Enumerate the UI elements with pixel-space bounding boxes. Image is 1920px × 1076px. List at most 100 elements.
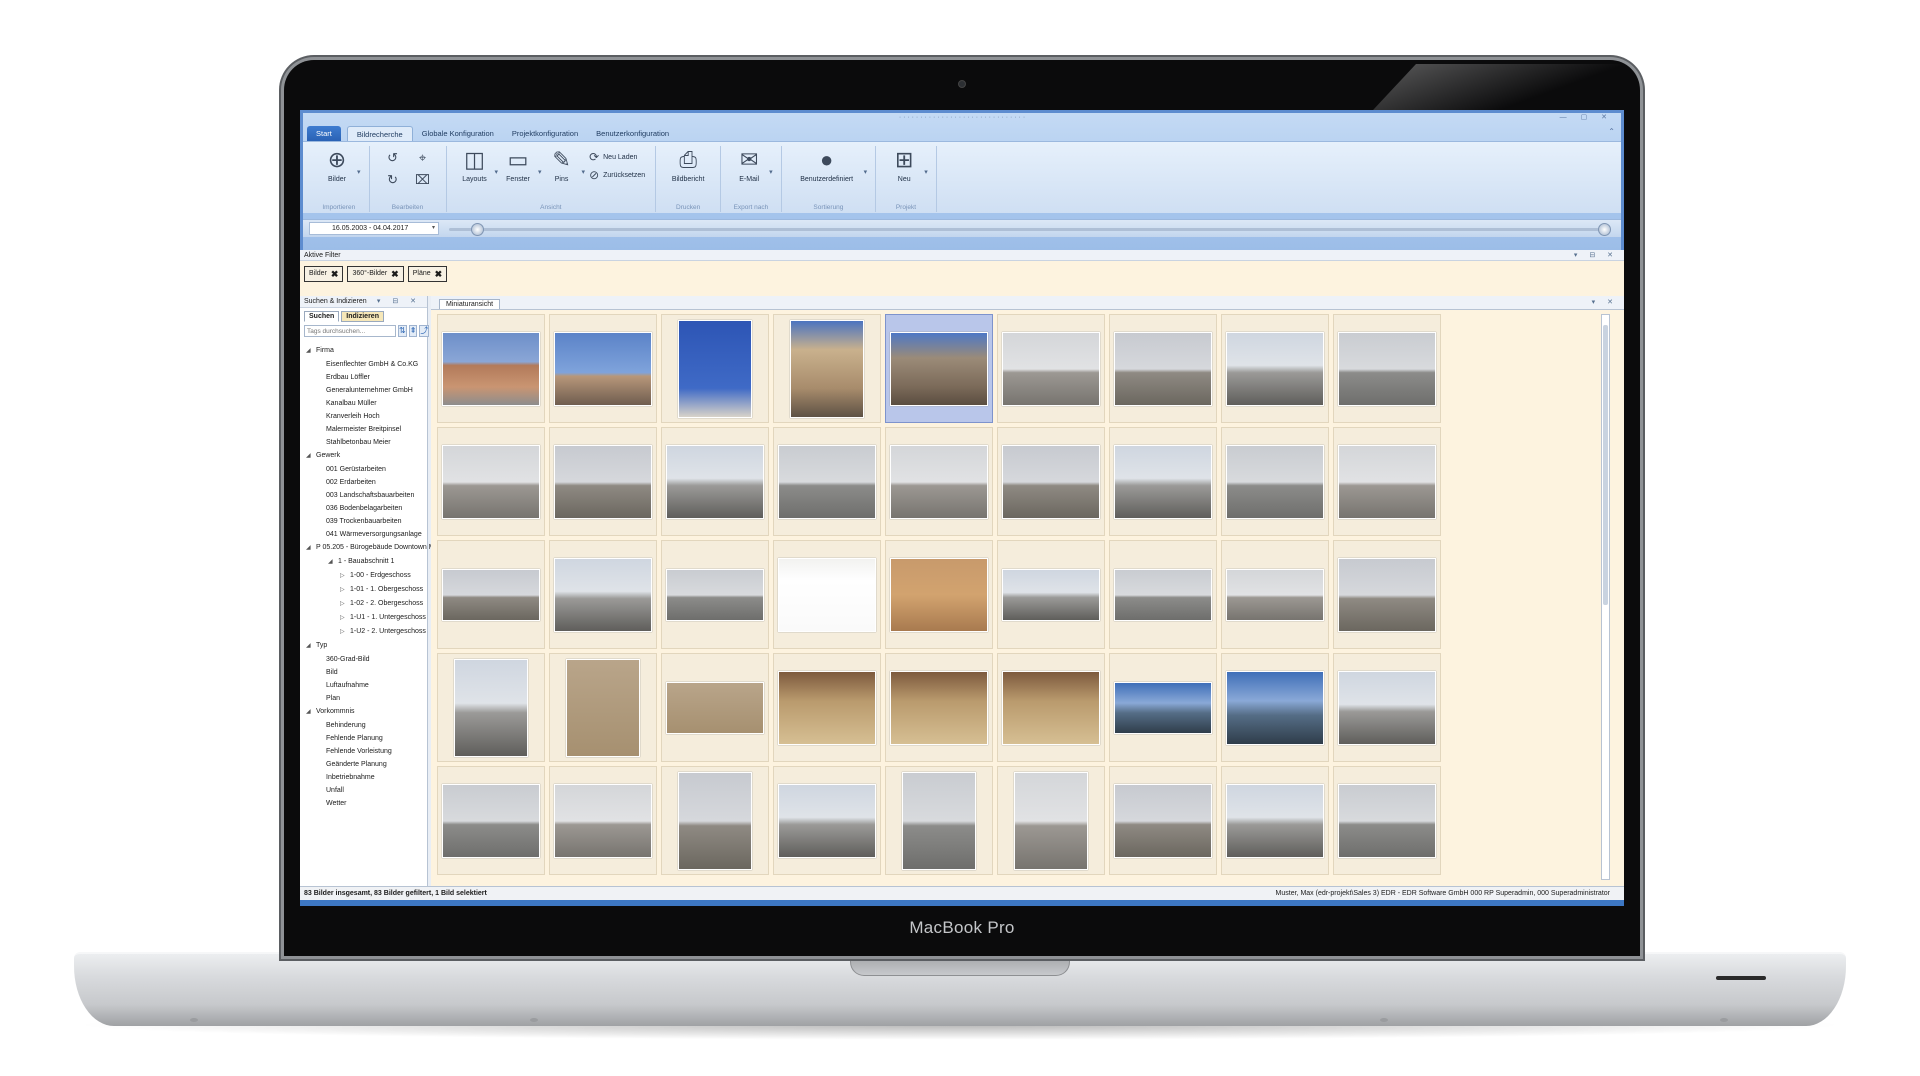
- expand-icon[interactable]: ⇞: [408, 325, 418, 337]
- slider-start-handle[interactable]: [471, 223, 484, 236]
- thumbnail-cell[interactable]: [1333, 314, 1441, 423]
- tree-node[interactable]: 041 Wärmeversorgungsanlage: [304, 528, 427, 541]
- tree-node[interactable]: ◢ Typ: [304, 639, 427, 653]
- tree-node[interactable]: ◢ 1 - Bauabschnitt 1: [304, 555, 427, 569]
- ribbon-collapse-icon[interactable]: ⌃: [1608, 127, 1615, 136]
- window-controls[interactable]: — ▢ ✕: [1560, 113, 1613, 121]
- remove-filter-icon[interactable]: ✖: [435, 267, 443, 281]
- pins-button[interactable]: ✎ Pins: [542, 146, 582, 212]
- tree-node[interactable]: Unfall: [304, 784, 427, 797]
- tree-node[interactable]: 036 Bodenbelagarbeiten: [304, 502, 427, 515]
- thumbnail-cell[interactable]: [1221, 427, 1329, 536]
- thumbnail-cell[interactable]: [997, 540, 1105, 649]
- thumbnail-cell[interactable]: [1333, 427, 1441, 536]
- tree-node[interactable]: Kranverleih Hoch: [304, 410, 427, 423]
- chevron-down-icon[interactable]: ▾: [769, 168, 773, 176]
- slider-end-handle[interactable]: [1598, 223, 1611, 236]
- thumbnail-cell[interactable]: [773, 314, 881, 423]
- filter-chip[interactable]: Bilder ✖: [304, 266, 344, 282]
- tree-node[interactable]: 039 Trockenbauarbeiten: [304, 515, 427, 528]
- thumbnail-cell[interactable]: [549, 766, 657, 875]
- tag-remove-icon[interactable]: ⌧: [415, 172, 430, 188]
- tree-node[interactable]: ▷ 1-U2 - 2. Untergeschoss: [304, 625, 427, 639]
- collapse-icon[interactable]: ⤴: [419, 325, 430, 337]
- thumbnail-cell[interactable]: [549, 540, 657, 649]
- layouts-button[interactable]: ◫ Layouts: [455, 146, 495, 212]
- thumbnail-cell[interactable]: [437, 427, 545, 536]
- reload-button[interactable]: ⟳ Neu Laden: [589, 148, 645, 166]
- thumbnail-cell[interactable]: [661, 653, 769, 762]
- thumbnail-cell[interactable]: [549, 427, 657, 536]
- thumbnail-cell[interactable]: [997, 653, 1105, 762]
- thumbnail-cell[interactable]: [661, 314, 769, 423]
- filter-chip[interactable]: Pläne ✖: [407, 266, 448, 282]
- sort-icon[interactable]: ⇅: [398, 325, 407, 337]
- thumbnail-cell[interactable]: [1221, 314, 1329, 423]
- thumbnail-cell[interactable]: [1109, 427, 1217, 536]
- chevron-down-icon[interactable]: ▾: [924, 168, 928, 176]
- thumbnail-cell[interactable]: [661, 766, 769, 875]
- tag-add-icon[interactable]: ⌖: [419, 150, 426, 166]
- remove-filter-icon[interactable]: ✖: [391, 267, 399, 281]
- tab-projektkonfiguration[interactable]: Projektkonfiguration: [503, 126, 587, 141]
- thumbnail-cell[interactable]: [661, 427, 769, 536]
- tree-node[interactable]: Erdbau Löffler: [304, 371, 427, 384]
- thumbnail-cell[interactable]: [1221, 766, 1329, 875]
- thumbnail-cell[interactable]: [1333, 766, 1441, 875]
- tab-benutzerkonfiguration[interactable]: Benutzerkonfiguration: [587, 126, 678, 141]
- remove-filter-icon[interactable]: ✖: [331, 267, 339, 281]
- tree-node[interactable]: Plan: [304, 692, 427, 705]
- panel-pin-icon[interactable]: ▾ ⊟ ✕: [377, 296, 421, 308]
- custom-sort-button[interactable]: ● Benutzerdefiniert: [790, 146, 864, 212]
- tree-node[interactable]: 001 Gerüstarbeiten: [304, 463, 427, 476]
- tree-node[interactable]: Behinderung: [304, 719, 427, 732]
- tree-node[interactable]: Geänderte Planung: [304, 758, 427, 771]
- email-button[interactable]: ✉ E-Mail: [729, 146, 769, 212]
- tab-miniaturansicht[interactable]: Miniaturansicht: [439, 299, 501, 309]
- tab-indizieren[interactable]: Indizieren: [341, 311, 384, 322]
- thumbnail-cell[interactable]: [437, 540, 545, 649]
- thumbnail-cell[interactable]: [549, 314, 657, 423]
- tree-node[interactable]: Eisenflechter GmbH & Co.KG: [304, 358, 427, 371]
- thumbnail-cell[interactable]: [1333, 540, 1441, 649]
- tab-start[interactable]: Start: [307, 126, 341, 141]
- thumbnail-cell[interactable]: [1109, 314, 1217, 423]
- thumbnail-cell[interactable]: [437, 314, 545, 423]
- chevron-down-icon[interactable]: ▾: [864, 168, 868, 176]
- tree-node[interactable]: Bild: [304, 666, 427, 679]
- tree-node[interactable]: Malermeister Breitpinsel: [304, 423, 427, 436]
- thumbnail-cell[interactable]: [773, 540, 881, 649]
- tree-node[interactable]: ▷ 1-02 - 2. Obergeschoss: [304, 597, 427, 611]
- tree-node[interactable]: Fehlende Planung: [304, 732, 427, 745]
- tree-node[interactable]: Fehlende Vorleistung: [304, 745, 427, 758]
- date-range-slider[interactable]: [449, 228, 1599, 231]
- panel-pin-icon[interactable]: ▾ ⊟ ✕: [1574, 250, 1618, 261]
- thumbnail-cell[interactable]: [1333, 653, 1441, 762]
- tree-node[interactable]: ▷ 1-01 - 1. Obergeschoss: [304, 583, 427, 597]
- tree-node[interactable]: Kanalbau Müller: [304, 397, 427, 410]
- thumbnail-cell[interactable]: [885, 653, 993, 762]
- thumbnail-cell[interactable]: [437, 653, 545, 762]
- tab-globale-konfiguration[interactable]: Globale Konfiguration: [413, 126, 503, 141]
- thumbnail-cell[interactable]: [1109, 540, 1217, 649]
- rotate-right-icon[interactable]: ↻: [387, 172, 398, 188]
- tree-node[interactable]: 003 Landschaftsbauarbeiten: [304, 489, 427, 502]
- thumbnail-cell[interactable]: [997, 427, 1105, 536]
- tree-node[interactable]: Wetter: [304, 797, 427, 810]
- thumbnail-cell[interactable]: [885, 427, 993, 536]
- tag-search-input[interactable]: [304, 325, 396, 337]
- new-project-button[interactable]: ⊞ Neu: [884, 146, 924, 212]
- tree-node[interactable]: ◢ Gewerk: [304, 449, 427, 463]
- chevron-down-icon[interactable]: ▾: [357, 168, 361, 176]
- tree-node[interactable]: 002 Erdarbeiten: [304, 476, 427, 489]
- thumbnail-cell[interactable]: [885, 314, 993, 423]
- thumbnail-cell[interactable]: [885, 540, 993, 649]
- tree-node[interactable]: Inbetriebnahme: [304, 771, 427, 784]
- thumbnail-cell[interactable]: [1221, 540, 1329, 649]
- filter-chip[interactable]: 360°-Bilder ✖: [347, 266, 404, 282]
- thumbnail-cell[interactable]: [997, 766, 1105, 875]
- thumbnail-cell[interactable]: [773, 653, 881, 762]
- tree-node[interactable]: Generalunternehmer GmbH: [304, 384, 427, 397]
- thumbnail-cell[interactable]: [773, 766, 881, 875]
- panel-pin-icon[interactable]: ▾ ✕: [1592, 298, 1618, 306]
